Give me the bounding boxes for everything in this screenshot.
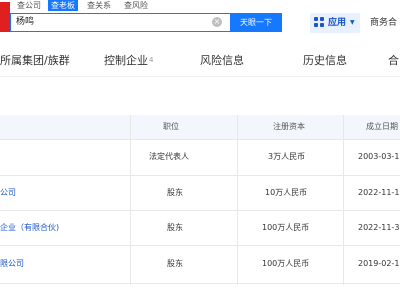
search-input-value[interactable]: 杨鸣 [16, 15, 34, 30]
tab-search-relation[interactable]: 查关系 [84, 0, 114, 11]
table-cell-capital: 3万人民币 [268, 152, 306, 161]
business-cooperation-link[interactable]: 商务合 [370, 13, 397, 33]
table-header [0, 115, 400, 139]
tab-search-risk[interactable]: 查风险 [118, 0, 154, 11]
apps-grid-icon [314, 17, 324, 27]
column-header-position: 职位 [163, 122, 179, 131]
table-cell-capital: 10万人民币 [265, 188, 308, 197]
tab-affiliated-groups[interactable]: 所属集团/族群 [0, 53, 70, 69]
tab-bar-divider [0, 76, 400, 77]
row-divider [0, 210, 400, 211]
tab-controlled-companies[interactable]: 控制企业 [104, 53, 148, 69]
tab-search-company[interactable]: 查公司 [14, 0, 44, 11]
tab-partial-next[interactable]: 合 [388, 53, 399, 69]
table-cell-company[interactable]: 限公司 [0, 257, 24, 271]
table-cell-capital: 100万人民币 [262, 259, 310, 268]
apps-label[interactable]: 应用 [328, 13, 346, 33]
brand-logo-mark[interactable] [0, 2, 10, 32]
table-cell-founded-date: 2022-11-1 [358, 188, 400, 197]
column-header-capital: 注册资本 [273, 122, 305, 131]
column-divider [130, 115, 131, 285]
table-cell-founded-date: 2022-11-3 [358, 223, 400, 232]
search-input[interactable] [10, 13, 230, 32]
column-divider [237, 115, 238, 285]
table-cell-company[interactable]: 企业（有限合伙) [0, 221, 59, 235]
row-divider [0, 283, 400, 284]
chevron-down-icon[interactable]: ▼ [350, 13, 355, 33]
column-header-founded-date: 成立日期 [366, 122, 398, 131]
row-divider [0, 245, 400, 246]
table-cell-founded-date: 2003-03-1 [358, 152, 400, 161]
table-cell-founded-date: 2019-02-1 [358, 259, 400, 268]
table-cell-position: 法定代表人 [149, 152, 189, 161]
tab-history-info[interactable]: 历史信息 [303, 53, 347, 69]
table-cell-company[interactable]: 公司 [0, 186, 16, 200]
table-cell-position: 股东 [167, 259, 183, 268]
clear-icon[interactable]: × [212, 17, 222, 27]
search-button[interactable]: 天眼一下 [230, 13, 282, 32]
column-divider [343, 115, 344, 285]
tab-risk-info[interactable]: 风险信息 [200, 53, 244, 69]
row-divider [0, 139, 400, 140]
table-cell-position: 股东 [167, 188, 183, 197]
table-cell-capital: 100万人民币 [262, 223, 310, 232]
controlled-count-badge: 4 [149, 56, 154, 64]
table-cell-position: 股东 [167, 223, 183, 232]
tab-search-boss[interactable]: 查老板 [48, 0, 78, 11]
row-divider [0, 175, 400, 176]
